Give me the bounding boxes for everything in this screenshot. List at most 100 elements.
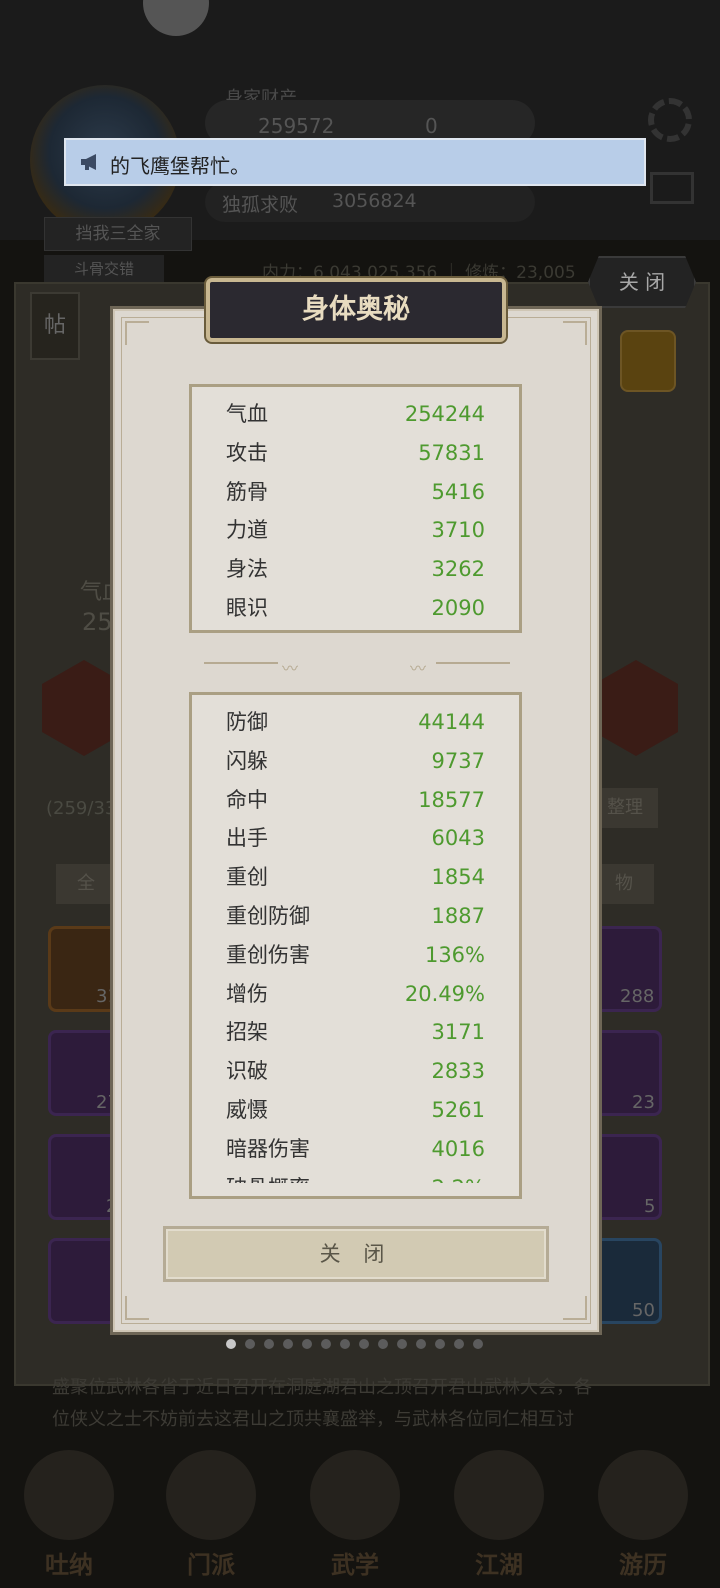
sort-button[interactable]: 整理: [592, 788, 658, 828]
stat-row: 增伤 20.49%: [226, 975, 485, 1013]
corner-ornament: [563, 321, 587, 345]
divider-ornament: 〰: [410, 659, 427, 678]
dialog-title: 身体奥秘: [302, 294, 410, 325]
stat-row: 防御 44144: [226, 703, 485, 741]
stat-label: 筋骨: [226, 480, 268, 504]
nav-jianghu[interactable]: 江湖: [444, 1440, 554, 1588]
page-dot[interactable]: [264, 1339, 274, 1349]
corner-ornament: [125, 1296, 149, 1320]
stat-value: 57831: [418, 441, 485, 465]
page-dot[interactable]: [435, 1339, 445, 1349]
divider-line: [204, 662, 278, 664]
news-line: 盛聚位武林各省于近日召开在洞庭湖君山之顶召开君山武林大会，各: [52, 1377, 592, 1398]
nav-martial-arts[interactable]: 武学: [300, 1440, 410, 1588]
stat-label: 重创: [226, 865, 268, 889]
stat-value: 136%: [424, 943, 485, 967]
page-dot[interactable]: [321, 1339, 331, 1349]
stat-label: 破骨概率: [226, 1169, 310, 1183]
stat-label: 力道: [226, 518, 268, 542]
nav-breathing-icon: [24, 1450, 114, 1540]
stat-row: 威慑 5261: [226, 1091, 485, 1129]
stat-row: 破骨概率 2.2%: [226, 1169, 485, 1183]
divider-ornament: 〰: [282, 659, 299, 678]
announcement-banner: 的飞鹰堡帮忙。: [64, 138, 646, 186]
nav-sect[interactable]: 门派: [156, 1440, 266, 1588]
secondary-stats-scroll[interactable]: 防御 44144 闪躲 9737 命中 18577 出手 6043 重创 185…: [192, 695, 519, 1183]
stat-value: 5261: [431, 1098, 485, 1122]
stat-row: 重创防御 1887: [226, 897, 485, 935]
page-dot[interactable]: [454, 1339, 464, 1349]
gear-icon[interactable]: [648, 98, 692, 142]
stat-value: 9737: [431, 749, 485, 773]
secondary-currency-amount: 0: [425, 114, 438, 138]
page-dot[interactable]: [397, 1339, 407, 1349]
stat-row: 气血 254244: [226, 395, 485, 433]
stat-row: 识破 2833: [226, 1052, 485, 1090]
stat-row: 身法 3262: [226, 550, 485, 588]
page-indicator: [226, 1339, 496, 1351]
tab-items[interactable]: 物: [594, 864, 654, 904]
stat-row: 闪躲 9737: [226, 742, 485, 780]
page-dot[interactable]: [359, 1339, 369, 1349]
stat-value: 18577: [418, 788, 485, 812]
stat-value: 2833: [431, 1059, 485, 1083]
player-value: 3056824: [332, 190, 417, 212]
page-dot[interactable]: [283, 1339, 293, 1349]
stat-label: 气血: [226, 402, 268, 426]
tile-count: 23: [632, 1092, 655, 1113]
stat-value: 4016: [431, 1137, 485, 1161]
post-button[interactable]: 帖: [30, 292, 80, 360]
stat-row: 重创伤害 136%: [226, 936, 485, 974]
stat-value: 1887: [431, 904, 485, 928]
stat-value: 2.2%: [432, 1169, 485, 1183]
stat-row: 重创 1854: [226, 858, 485, 896]
nav-martial-arts-icon: [310, 1450, 400, 1540]
tab-all[interactable]: 全: [56, 864, 116, 904]
page-dot[interactable]: [340, 1339, 350, 1349]
mail-icon[interactable]: [650, 172, 694, 204]
stat-label: 识破: [226, 1059, 268, 1083]
nav-label: 武学: [331, 1550, 379, 1579]
nav-travel[interactable]: 游历: [588, 1440, 698, 1588]
nav-label: 江湖: [475, 1550, 523, 1579]
stat-label: 防御: [226, 710, 268, 734]
announcement-text: 的飞鹰堡帮忙。: [110, 154, 250, 178]
close-button-label: 关 闭: [319, 1242, 393, 1266]
page-dot[interactable]: [302, 1339, 312, 1349]
stat-label: 闪躲: [226, 749, 268, 773]
stat-row: 命中 18577: [226, 781, 485, 819]
page-dot[interactable]: [245, 1339, 255, 1349]
news-line: 位侠义之士不妨前去这君山之顶共襄盛举，与武林各位同仁相互讨: [52, 1409, 574, 1430]
stat-row: 攻击 57831: [226, 434, 485, 472]
stat-label: 威慑: [226, 1098, 268, 1122]
stat-value: 1854: [431, 865, 485, 889]
clan-label[interactable]: 挡我三全家: [44, 217, 192, 251]
megaphone-icon: [81, 154, 96, 170]
stat-label: 增伤: [226, 982, 268, 1006]
page-dot[interactable]: [473, 1339, 483, 1349]
sub-label: 斗骨交错: [44, 255, 164, 283]
stat-value: 3710: [431, 518, 485, 542]
stat-label: 命中: [226, 788, 268, 812]
stat-label: 身法: [226, 557, 268, 581]
secondary-stats-panel[interactable]: 防御 44144 闪躲 9737 命中 18577 出手 6043 重创 185…: [189, 692, 522, 1199]
corner-ornament: [125, 321, 149, 345]
close-button[interactable]: 关 闭: [163, 1226, 549, 1282]
stat-value: 254244: [404, 402, 485, 426]
page-dot[interactable]: [416, 1339, 426, 1349]
nav-breathing[interactable]: 吐纳: [14, 1440, 124, 1588]
stat-row: 出手 6043: [226, 819, 485, 857]
player-name: 独孤求败: [222, 194, 299, 216]
gold-amount: 259572: [258, 114, 335, 138]
lock-badge-icon[interactable]: [620, 330, 676, 392]
capacity-text: (259/33: [46, 798, 117, 819]
dialog-title-plate: 身体奥秘: [206, 278, 506, 342]
stat-label: 眼识: [226, 596, 268, 620]
page-dot[interactable]: [378, 1339, 388, 1349]
nav-label: 吐纳: [45, 1550, 93, 1579]
top-close-button[interactable]: 关 闭: [588, 256, 696, 308]
stat-label: 暗器伤害: [226, 1137, 310, 1161]
corner-ornament: [563, 1296, 587, 1320]
nav-sect-icon: [166, 1450, 256, 1540]
page-dot[interactable]: [226, 1339, 236, 1349]
